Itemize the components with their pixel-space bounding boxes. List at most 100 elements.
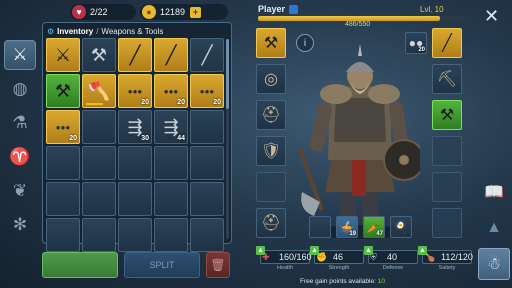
empty-slot-2[interactable] (432, 172, 462, 202)
pickaxe-slot[interactable]: ⛏ (432, 64, 462, 94)
inventory-slot[interactable] (82, 146, 116, 180)
inventory-scrollbar[interactable] (226, 39, 229, 239)
close-button[interactable]: ✕ (484, 6, 499, 27)
armor-slot[interactable]: 🛡 (256, 136, 286, 166)
item-icon: ╱ (165, 44, 177, 65)
inventory-slot[interactable]: ●●● 20 (190, 74, 224, 108)
wings-tab[interactable]: ❦ (4, 176, 36, 206)
pants-slot[interactable] (256, 172, 286, 202)
inventory-slot[interactable] (46, 182, 80, 216)
wings-icon: ❦ (12, 181, 28, 200)
inventory-slot[interactable]: ╱ (154, 38, 188, 72)
inventory-slot[interactable] (190, 218, 224, 252)
item-icon: ⛑ (260, 215, 282, 232)
free-points-text: Free gain points available: 10 (300, 278, 385, 285)
energy-counter: ♥ 2/22 (70, 4, 136, 20)
food-count: 19 (349, 231, 356, 237)
shield-slot[interactable]: ◎ (256, 64, 286, 94)
inventory-slot[interactable]: 🪓 (82, 74, 116, 108)
breadcrumb-root[interactable]: Inventory (57, 27, 93, 36)
inventory-slot[interactable]: ●●● 20 (154, 74, 188, 108)
inventory-slot[interactable] (190, 110, 224, 144)
snowflake-tab[interactable]: ✻ (4, 210, 36, 240)
inventory-slot[interactable]: ⚔ (46, 38, 80, 72)
journal-button[interactable]: 📖 (478, 176, 510, 208)
add-gold-button[interactable]: + (190, 6, 202, 18)
inventory-slot[interactable] (118, 182, 152, 216)
ammo-slot[interactable]: ●● 20 (405, 32, 427, 54)
potions-tab[interactable]: ⚗ (4, 108, 36, 138)
equip-button[interactable] (42, 252, 118, 278)
ammo-count: 20 (418, 47, 425, 53)
empty-slot-3[interactable] (432, 208, 462, 238)
main-weapon-slot[interactable]: ⚒ (256, 28, 286, 58)
crafting-button[interactable]: ▲ (478, 212, 510, 244)
stat-defense: 40 ⛨ ▲ Defense (364, 246, 418, 272)
inventory-panel: ⚙ Inventory / Weapons & Tools ⚔ ⚒ ╱ ╱ ╱ ⚒ 🪓 ●●●… (42, 22, 232, 252)
item-icon: ⚒ (54, 80, 72, 101)
food-count: 47 (376, 231, 383, 237)
quick-slot[interactable] (309, 216, 331, 238)
inventory-slot[interactable] (82, 182, 116, 216)
inventory-slot[interactable] (46, 146, 80, 180)
inventory-slot[interactable] (154, 218, 188, 252)
axe-slot[interactable]: ⚒ (432, 100, 462, 130)
inventory-slot[interactable]: ⚒ (82, 38, 116, 72)
item-icon: ⚒ (439, 107, 455, 124)
quick-slot[interactable]: 🥕 47 (363, 216, 385, 238)
spear-slot[interactable]: ╱ (432, 28, 462, 58)
breadcrumb-current: Weapons & Tools (101, 26, 164, 36)
inventory-slot[interactable]: ╱ (190, 38, 224, 72)
horn-tab[interactable]: ♈ (4, 142, 36, 172)
inventory-slot[interactable] (154, 146, 188, 180)
character-button[interactable]: ☃ (478, 248, 510, 280)
item-icon: ╱ (442, 35, 452, 52)
scroll-thumb[interactable] (226, 39, 229, 109)
empty-slot-1[interactable] (432, 136, 462, 166)
stat-health: 160/160 ✚ ▲ Health (256, 246, 312, 272)
item-count: 20 (141, 99, 149, 106)
boots-slot[interactable]: ⛑ (256, 208, 286, 238)
breadcrumb-separator: / (96, 26, 99, 36)
globe-tab[interactable]: ◍ (4, 74, 36, 104)
player-header: Player (258, 4, 299, 14)
increase-satiety-button[interactable]: ▲ (418, 246, 427, 255)
inventory-slot[interactable]: ●●● 20 (46, 110, 80, 144)
delete-button[interactable]: 🗑 (206, 252, 230, 278)
globe-icon: ◍ (12, 79, 28, 98)
inventory-slot[interactable]: ⇶ 44 (154, 110, 188, 144)
increase-health-button[interactable]: ▲ (256, 246, 265, 255)
item-icon: 🛡 (260, 143, 282, 160)
inventory-slot[interactable] (118, 146, 152, 180)
helmet-slot[interactable]: ⛑ (256, 100, 286, 130)
increase-strength-button[interactable]: ▲ (310, 246, 319, 255)
right-nav: 📖 ▲ ☃ (474, 176, 512, 288)
split-button[interactable]: SPLIT (124, 252, 200, 278)
gold-counter: ● 12189 + (140, 4, 228, 20)
inventory-slot[interactable]: ⚒ (46, 74, 80, 108)
weapons-tab[interactable]: ⚔ (4, 40, 36, 70)
inventory-slot[interactable]: ╱ (118, 38, 152, 72)
inventory-slot[interactable]: ●●● 20 (118, 74, 152, 108)
inventory-slot[interactable] (190, 182, 224, 216)
currency-bar: ♥ 2/22 ● 12189 + (70, 4, 230, 20)
inventory-slot[interactable] (190, 146, 224, 180)
snowflake-icon: ✻ (12, 215, 28, 234)
inventory-slot[interactable]: ⇶ 30 (118, 110, 152, 144)
shield-badge-icon (289, 4, 299, 14)
book-icon: 📖 (484, 184, 504, 201)
item-icon: ◎ (264, 71, 278, 88)
crossed-axes-icon: ⚔ (12, 45, 28, 64)
inventory-slot[interactable] (46, 218, 80, 252)
stat-label: Strength (328, 265, 350, 271)
quick-slot[interactable]: 🍳 (390, 216, 412, 238)
inventory-slot[interactable] (82, 110, 116, 144)
heart-icon: ♥ (72, 5, 86, 19)
inventory-slot[interactable] (118, 218, 152, 252)
inventory-slot[interactable] (154, 182, 188, 216)
stat-satiety: 112/120 🍗 ▲ Satiety (418, 246, 473, 272)
item-count: 20 (177, 99, 185, 106)
inventory-slot[interactable] (82, 218, 116, 252)
quick-slot[interactable]: 🍲 19 (336, 216, 358, 238)
increase-defense-button[interactable]: ▲ (364, 246, 373, 255)
